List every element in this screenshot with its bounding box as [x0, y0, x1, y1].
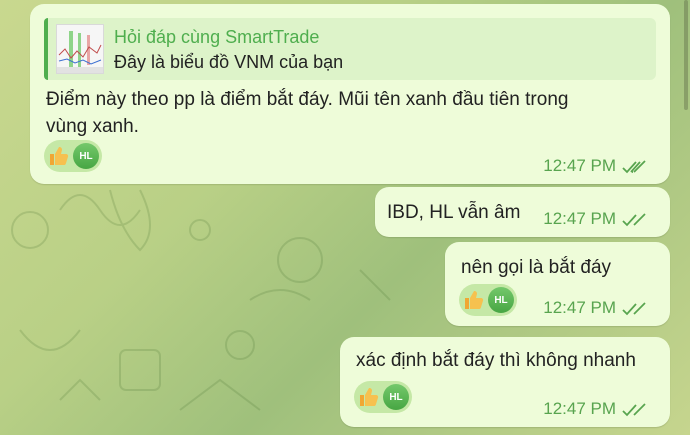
double-check-icon [622, 213, 646, 227]
message-time: 12:47 PM [543, 399, 616, 418]
message-text: IBD, HL vẫn âm [387, 202, 521, 223]
message-text: xác định bắt đáy thì không nhanh [356, 350, 636, 371]
reply-quote[interactable]: Hỏi đáp cùng SmartTrade Đây là biểu đồ V… [44, 18, 656, 80]
avatar: HL [488, 287, 514, 313]
message-text-line: vùng xanh. [46, 116, 139, 137]
reply-quote-title: Hỏi đáp cùng SmartTrade [114, 27, 320, 47]
message-time: 12:47 PM [543, 156, 616, 175]
reply-quote-text: Đây là biểu đồ VNM của bạn [114, 52, 344, 72]
reaction-pill[interactable]: HL [459, 284, 517, 316]
reply-quote-bar [44, 18, 48, 80]
scrollbar[interactable] [684, 0, 688, 110]
message-bubble[interactable]: nên gọi là bắt đáy HL 12:47 PM [445, 242, 670, 326]
chart-thumbnail[interactable] [56, 24, 104, 74]
reaction-pill[interactable]: HL [354, 381, 412, 413]
reaction-pill[interactable]: HL [44, 140, 102, 172]
message-time: 12:47 PM [543, 209, 616, 228]
thumbs-up-icon [360, 388, 379, 406]
message-time: 12:47 PM [543, 298, 616, 317]
double-check-icon [622, 160, 646, 174]
message-bubble[interactable]: IBD, HL vẫn âm 12:47 PM [375, 187, 670, 237]
message-text-line: Điểm này theo pp là điểm bắt đáy. Mũi tê… [46, 89, 569, 110]
avatar: HL [383, 384, 409, 410]
avatar: HL [73, 143, 99, 169]
message-text: nên gọi là bắt đáy [461, 257, 612, 278]
message-bubble[interactable]: Hỏi đáp cùng SmartTrade Đây là biểu đồ V… [30, 4, 670, 184]
thumbs-up-icon [465, 291, 484, 309]
message-bubble[interactable]: xác định bắt đáy thì không nhanh HL 12:4… [340, 337, 670, 427]
double-check-icon [622, 403, 646, 417]
double-check-icon [622, 302, 646, 316]
thumbs-up-icon [50, 147, 69, 165]
